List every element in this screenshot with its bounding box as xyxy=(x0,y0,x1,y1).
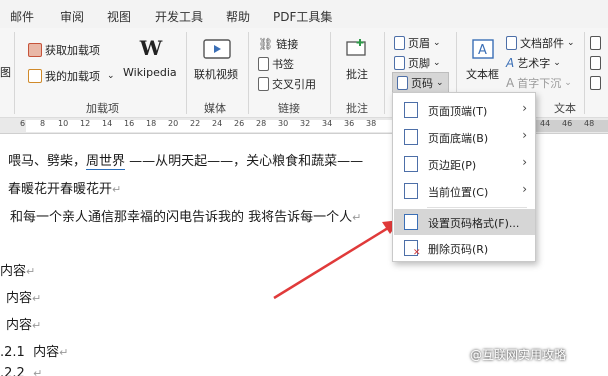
menu-item-label: 页边距(P) xyxy=(428,159,477,172)
chevron-right-icon: › xyxy=(522,128,527,142)
arrow-shaft xyxy=(273,226,389,300)
menu-item-top-of-page[interactable]: 页面顶端(T) › xyxy=(394,97,535,123)
menu-item-remove-page-numbers[interactable]: ✕ 删除页码(R) xyxy=(394,235,535,261)
menu-item-format-page-numbers[interactable]: 设置页码格式(F)... xyxy=(394,209,535,235)
bottom-of-page-icon xyxy=(404,129,418,145)
menu-item-label: 设置页码格式(F)... xyxy=(428,217,520,230)
menu-item-label: 删除页码(R) xyxy=(428,243,489,256)
menu-separator xyxy=(427,207,527,208)
chevron-right-icon: › xyxy=(522,182,527,196)
page-margins-icon xyxy=(404,156,418,172)
menu-item-bottom-of-page[interactable]: 页面底端(B) › xyxy=(394,124,535,150)
remove-x-icon: ✕ xyxy=(413,248,421,258)
menu-item-label: 页面底端(B) xyxy=(428,132,489,145)
current-position-icon xyxy=(404,183,418,199)
chevron-right-icon: › xyxy=(522,155,527,169)
menu-item-current-position[interactable]: 当前位置(C) › xyxy=(394,178,535,204)
menu-item-label: 当前位置(C) xyxy=(428,186,489,199)
watermark: @互联网实用攻略 xyxy=(470,348,567,362)
top-of-page-icon xyxy=(404,102,418,118)
chevron-right-icon: › xyxy=(522,101,527,115)
format-page-numbers-icon xyxy=(404,214,418,230)
menu-item-label: 页面顶端(T) xyxy=(428,105,488,118)
menu-item-page-margins[interactable]: 页边距(P) › xyxy=(394,151,535,177)
page-number-dropdown: 页面顶端(T) › 页面底端(B) › 页边距(P) › 当前位置(C) › 设… xyxy=(392,92,536,262)
